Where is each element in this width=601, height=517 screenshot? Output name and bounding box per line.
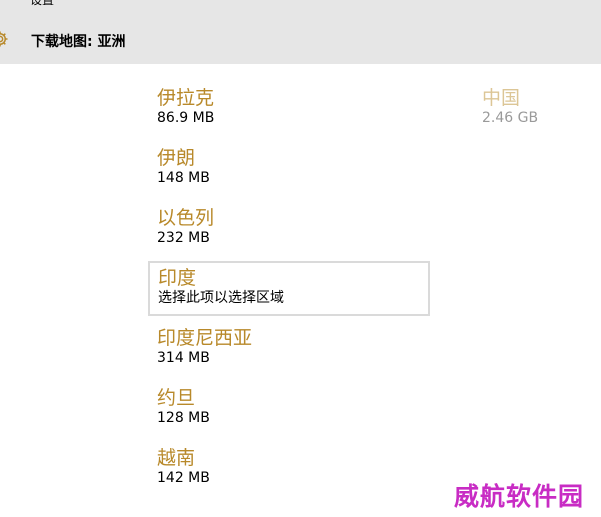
gear-icon[interactable] bbox=[0, 30, 9, 48]
region-item-israel[interactable]: 以色列 232 MB bbox=[157, 206, 214, 246]
watermark-logo: 威航软件园 bbox=[454, 482, 585, 511]
region-name: 印度 bbox=[158, 267, 197, 289]
page-title: 下载地图: 亚洲 bbox=[31, 34, 126, 50]
app-title: 设置 bbox=[30, 0, 55, 7]
region-size: 2.46 GB bbox=[482, 110, 539, 126]
region-name: 伊拉克 bbox=[157, 87, 215, 109]
region-size: 314 MB bbox=[157, 350, 210, 366]
region-name: 越南 bbox=[157, 447, 196, 469]
region-name: 伊朗 bbox=[157, 147, 196, 169]
region-item-india[interactable]: 印度 选择此项以选择区域 bbox=[148, 261, 430, 316]
region-size: 148 MB bbox=[157, 170, 210, 186]
region-size: 142 MB bbox=[157, 470, 210, 486]
region-hint: 选择此项以选择区域 bbox=[158, 290, 284, 306]
header-bar: 设置 下载地图: 亚洲 bbox=[0, 0, 601, 64]
region-size: 128 MB bbox=[157, 410, 210, 426]
region-item-jordan[interactable]: 约旦 128 MB bbox=[157, 386, 210, 426]
region-item-indonesia[interactable]: 印度尼西亚 314 MB bbox=[157, 326, 252, 366]
region-name: 约旦 bbox=[157, 387, 196, 409]
region-item-iran[interactable]: 伊朗 148 MB bbox=[157, 146, 210, 186]
region-size: 86.9 MB bbox=[157, 110, 215, 126]
region-name: 以色列 bbox=[157, 207, 215, 229]
region-item-china[interactable]: 中国 2.46 GB bbox=[482, 86, 538, 126]
region-item-vietnam[interactable]: 越南 142 MB bbox=[157, 446, 210, 486]
region-item-iraq[interactable]: 伊拉克 86.9 MB bbox=[157, 86, 214, 126]
region-size: 232 MB bbox=[157, 230, 210, 246]
region-name: 印度尼西亚 bbox=[157, 327, 253, 349]
region-name: 中国 bbox=[482, 87, 521, 109]
